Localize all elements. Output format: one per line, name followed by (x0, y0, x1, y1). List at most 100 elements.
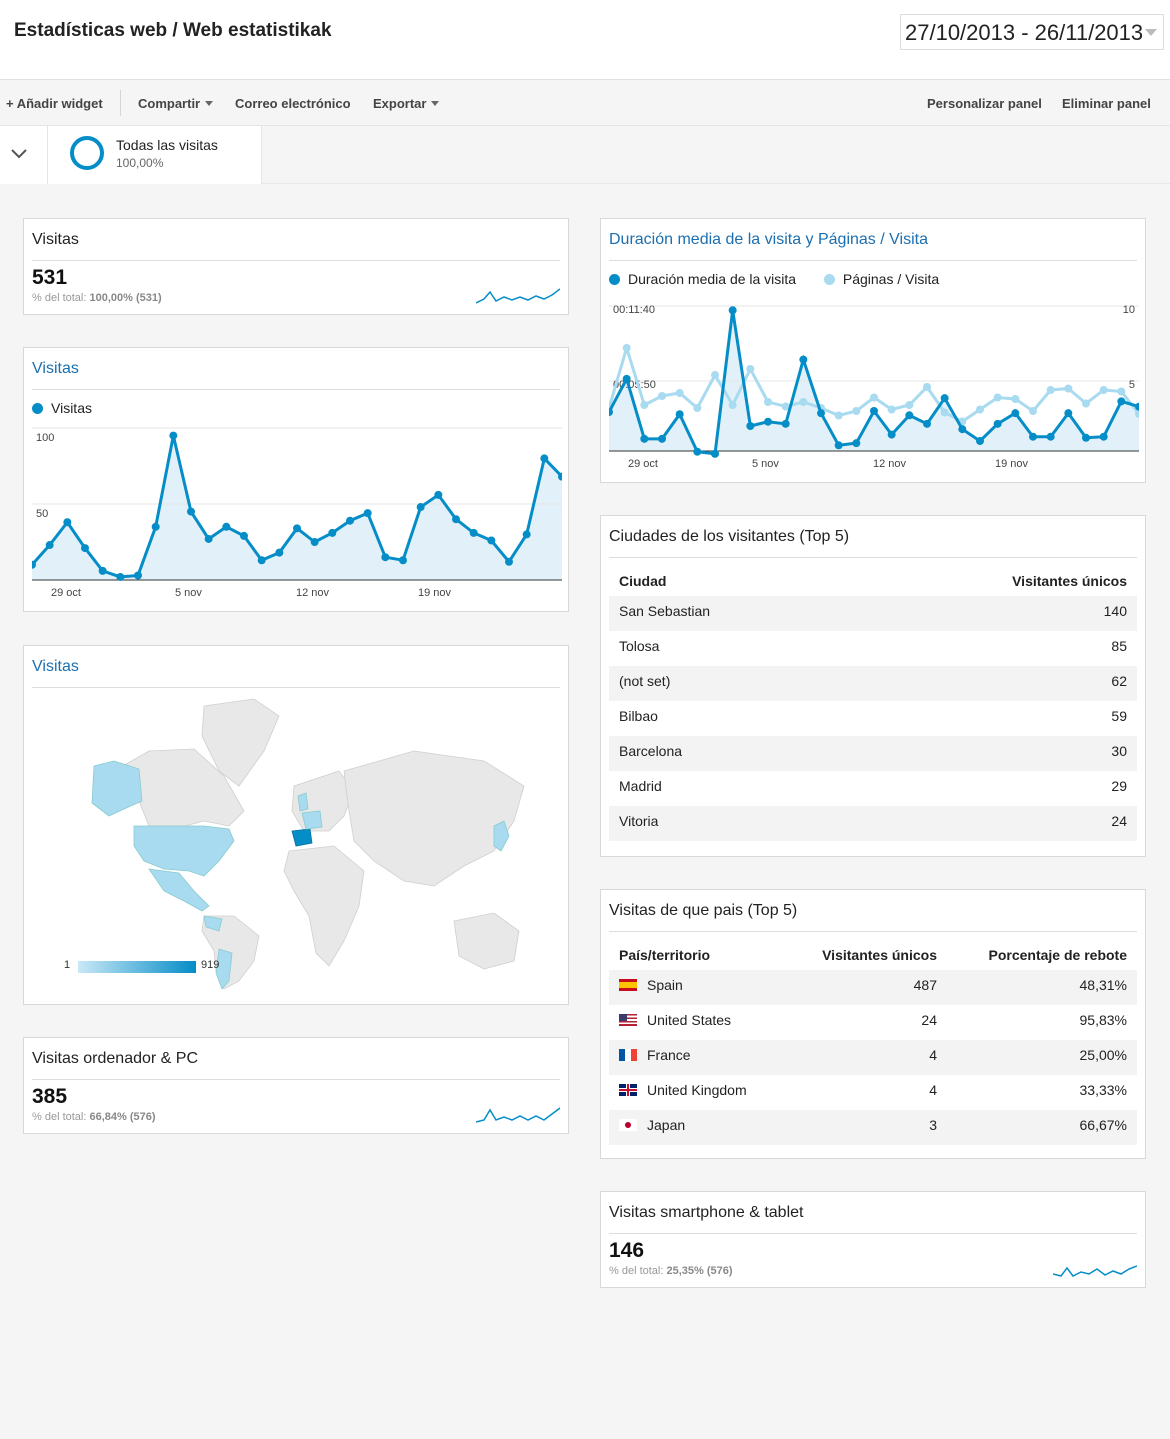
duration-series-point[interactable] (958, 425, 967, 434)
visits-series-point[interactable] (45, 541, 54, 550)
map-region-alaska[interactable] (91, 760, 143, 817)
visits-series-point[interactable] (222, 522, 231, 531)
duration-series-point[interactable] (1064, 409, 1073, 418)
share-menu[interactable]: Compartir (138, 96, 214, 111)
pages-series-point[interactable] (905, 401, 914, 409)
map-region-africa[interactable] (283, 845, 365, 967)
visits-series-point[interactable] (293, 524, 301, 533)
visits-series-point[interactable] (522, 530, 531, 539)
pages-series-point[interactable] (640, 401, 649, 409)
duration-series-point[interactable] (622, 374, 631, 383)
duration-series-point[interactable] (746, 422, 755, 430)
pages-series-point[interactable] (1029, 407, 1037, 415)
visits-series-point[interactable] (98, 566, 107, 575)
duration-series-point[interactable] (658, 434, 666, 443)
pages-series-point[interactable] (1117, 387, 1126, 396)
visits-series-point[interactable] (452, 515, 460, 524)
table-row[interactable]: Barcelona 30 (609, 736, 1137, 771)
table-row[interactable]: Vitoria 24 (609, 806, 1137, 841)
duration-series-point[interactable] (870, 407, 878, 415)
duration-series-point[interactable] (781, 419, 790, 428)
duration-series-point[interactable] (923, 419, 931, 428)
visits-series-point[interactable] (116, 572, 125, 581)
table-row[interactable]: (not set) 62 (609, 666, 1137, 701)
visits-series-point[interactable] (328, 528, 337, 537)
duration-series-point[interactable] (1011, 409, 1020, 418)
duration-series-point[interactable] (711, 449, 719, 458)
duration-series-point[interactable] (834, 441, 843, 450)
visits-series-point[interactable] (540, 454, 549, 463)
duration-series-point[interactable] (887, 430, 896, 439)
pages-series-point[interactable] (1011, 395, 1020, 403)
pages-series-point[interactable] (1064, 384, 1073, 393)
pages-series-point[interactable] (675, 389, 684, 397)
pages-series-point[interactable] (940, 408, 949, 417)
visits-series-point[interactable] (204, 534, 213, 543)
visits-series-point[interactable] (399, 556, 407, 565)
visits-series-point[interactable] (151, 522, 160, 531)
duration-series-point[interactable] (976, 437, 984, 445)
map-region-mexico[interactable] (148, 868, 210, 912)
pages-series-point[interactable] (993, 393, 1002, 402)
visits-series-point[interactable] (310, 538, 319, 546)
map-region-france[interactable] (301, 810, 323, 830)
map-region-asia[interactable] (343, 750, 525, 887)
column-header-country[interactable]: País/territorio (619, 947, 710, 963)
duration-series-point[interactable] (852, 439, 861, 448)
map-region-usa[interactable] (133, 825, 235, 877)
pages-series-point[interactable] (870, 393, 878, 402)
duration-series-point[interactable] (1029, 432, 1037, 441)
delete-dashboard-button[interactable]: Eliminar panel (1062, 96, 1151, 111)
map-region-uk[interactable] (297, 792, 309, 812)
map-region-australia[interactable] (453, 912, 520, 970)
column-header-bounce[interactable]: Porcentaje de rebote (989, 947, 1128, 963)
visits-series-point[interactable] (505, 557, 513, 566)
duration-series-point[interactable] (799, 355, 808, 364)
pages-series-point[interactable] (887, 405, 896, 414)
visits-series-point[interactable] (346, 516, 354, 525)
export-menu[interactable]: Exportar (373, 96, 440, 111)
table-row[interactable]: Spain 487 48,31% (609, 970, 1137, 1005)
pages-series-point[interactable] (923, 383, 931, 391)
pages-series-point[interactable] (622, 344, 631, 352)
visits-series-point[interactable] (257, 556, 266, 565)
widget-title[interactable]: Duración media de la visita y Páginas / … (609, 231, 928, 249)
widget-title[interactable]: Visitas (32, 360, 79, 378)
column-header-visitors[interactable]: Visitantes únicos (1012, 573, 1127, 589)
table-row[interactable]: Bilbao 59 (609, 701, 1137, 736)
pages-series-point[interactable] (1082, 399, 1090, 408)
customize-dashboard-button[interactable]: Personalizar panel (927, 96, 1042, 111)
duration-series-point[interactable] (993, 419, 1002, 428)
duration-series-point[interactable] (1117, 397, 1126, 406)
visits-series-point[interactable] (63, 518, 72, 527)
segment-all-visits[interactable]: Todas las visitas 100,00% (48, 126, 262, 184)
table-row[interactable]: Japan 3 66,67% (609, 1110, 1137, 1145)
visits-series-point[interactable] (416, 503, 425, 512)
duration-series-point[interactable] (817, 409, 825, 418)
duration-series-point[interactable] (764, 417, 772, 426)
duration-series-point[interactable] (1046, 432, 1055, 441)
table-row[interactable]: Tolosa 85 (609, 631, 1137, 666)
segment-toggle[interactable] (0, 126, 48, 184)
visits-series-point[interactable] (381, 553, 390, 562)
column-header-city[interactable]: Ciudad (619, 573, 666, 589)
duration-line-chart[interactable]: 00:11:40 00:05:50 10 5 29 oct 5 nov 12 n… (609, 297, 1139, 475)
pages-series-point[interactable] (852, 407, 861, 415)
pages-series-point[interactable] (764, 398, 772, 406)
duration-series-point[interactable] (1099, 432, 1108, 441)
pages-series-point[interactable] (834, 411, 843, 420)
duration-series-point[interactable] (1082, 433, 1090, 442)
map-region-spain[interactable] (291, 828, 313, 847)
visits-series-point[interactable] (187, 507, 195, 516)
pages-series-point[interactable] (693, 404, 702, 412)
visits-series-point[interactable] (134, 571, 142, 580)
add-widget-button[interactable]: + Añadir widget (6, 96, 103, 111)
duration-series-point[interactable] (940, 394, 949, 403)
duration-series-point[interactable] (905, 411, 914, 420)
duration-series-point[interactable] (693, 447, 702, 456)
visits-series-point[interactable] (469, 528, 478, 537)
visits-series-point[interactable] (434, 490, 443, 499)
pages-series-point[interactable] (1099, 386, 1108, 394)
table-row[interactable]: Madrid 29 (609, 771, 1137, 806)
date-range-picker[interactable]: 27/10/2013 - 26/11/2013 (900, 14, 1164, 50)
